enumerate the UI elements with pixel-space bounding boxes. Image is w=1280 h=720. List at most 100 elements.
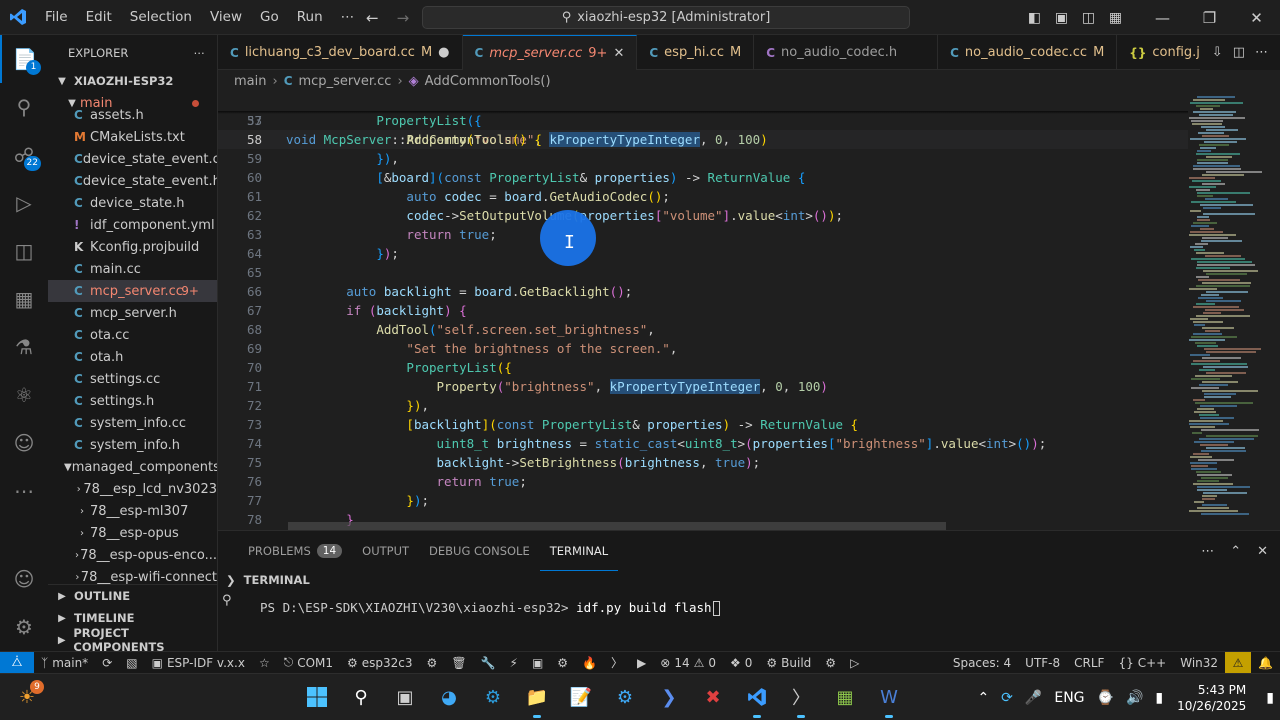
explorer-icon[interactable]: 📄 1: [0, 35, 48, 83]
vscode-taskbar-icon[interactable]: [742, 682, 772, 718]
manage-gear-icon[interactable]: ⚙: [0, 603, 48, 651]
file-explorer-icon[interactable]: 📁: [522, 682, 552, 718]
file-item[interactable]: Cota.h: [48, 346, 217, 368]
menu-run[interactable]: Run: [288, 0, 332, 35]
file-item[interactable]: M CMakeLists.txt: [48, 126, 217, 148]
terminal-section-header[interactable]: ❯ TERMINAL: [218, 571, 1280, 589]
encoding-status[interactable]: UTF-8: [1018, 656, 1067, 670]
file-item[interactable]: Csettings.h: [48, 390, 217, 412]
tab-debug-console[interactable]: DEBUG CONSOLE: [419, 531, 540, 571]
code-line[interactable]: 60 [&board](const PropertyList& properti…: [218, 168, 1188, 187]
taskbar-search-icon[interactable]: ⚲: [346, 682, 376, 712]
terminal-app-icon[interactable]: 〉: [786, 682, 816, 718]
code-line[interactable]: 74 uint8_t brightness = static_cast<uint…: [218, 434, 1188, 453]
file-item[interactable]: Cmain.cc: [48, 258, 217, 280]
target-status[interactable]: ⚙ esp32c3: [340, 656, 420, 670]
notes-icon[interactable]: 📝: [566, 682, 596, 712]
esp-idf-icon[interactable]: ⚛: [0, 371, 48, 419]
minimize-icon[interactable]: —: [1139, 9, 1186, 27]
eol-status[interactable]: CRLF: [1067, 656, 1111, 670]
code-line[interactable]: 63 return true;: [218, 225, 1188, 244]
file-item[interactable]: K Kconfig.projbuild: [48, 236, 217, 258]
settings-app-icon[interactable]: ⚙: [610, 682, 640, 712]
run-debug-icon[interactable]: ▷: [0, 179, 48, 227]
account-icon[interactable]: ☺: [0, 555, 48, 603]
menu-go[interactable]: Go: [251, 0, 288, 35]
testing-icon[interactable]: ⚗: [0, 323, 48, 371]
remote-explorer-icon[interactable]: ◫: [0, 227, 48, 275]
tray-chevron-up-icon[interactable]: ⌃: [971, 690, 995, 706]
settings-icon[interactable]: ⚙: [818, 656, 843, 670]
code-line[interactable]: 73 [backlight](const PropertyList& prope…: [218, 415, 1188, 434]
wrench-icon[interactable]: 🔧: [474, 656, 503, 670]
code-line[interactable]: 65: [218, 263, 1188, 282]
fire-icon[interactable]: 🔥: [575, 656, 604, 670]
info-status[interactable]: ❖ 0: [723, 656, 759, 670]
edge-icon[interactable]: ◕: [434, 682, 464, 712]
code-line[interactable]: 61 auto codec = board.GetAudioCodec();: [218, 187, 1188, 206]
build-status[interactable]: ⚙ Build: [759, 656, 818, 670]
workspace-root[interactable]: ▼ XIAOZHI-ESP32: [48, 70, 217, 92]
file-item[interactable]: Csystem_info.h: [48, 434, 217, 456]
search-view-icon[interactable]: ⚲: [0, 83, 48, 131]
menu-view[interactable]: View: [201, 0, 251, 35]
terminal-prompt[interactable]: PS D:\ESP-SDK\XIAOZHI\V230\xiaozhi-esp32…: [260, 600, 720, 616]
language-status[interactable]: {} C++: [1111, 656, 1173, 670]
more-views-icon[interactable]: ⋯: [0, 467, 48, 515]
managed-component-folder[interactable]: › 78__esp_lcd_nv3023: [48, 478, 217, 500]
breadcrumb-symbol[interactable]: AddCommonTools(): [425, 74, 551, 89]
code-editor[interactable]: 33 void McpServer::AddCommonTools() { 57…: [218, 92, 1280, 530]
forward-arrow-icon[interactable]: →: [397, 9, 410, 27]
app-icon[interactable]: ⚙: [478, 682, 508, 712]
tab-no-audio-codec-cc[interactable]: C no_audio_codec.cc M: [938, 35, 1118, 70]
managed-component-folder[interactable]: › 78__esp-opus-enco...: [48, 544, 217, 566]
code-line[interactable]: 70 PropertyList({: [218, 358, 1188, 377]
notifications-bell-icon[interactable]: 🔔: [1251, 656, 1280, 670]
extensions-icon[interactable]: ▦: [0, 275, 48, 323]
tray-sync-icon[interactable]: ⟳: [995, 690, 1019, 706]
word-icon[interactable]: W: [874, 682, 904, 718]
back-arrow-icon[interactable]: ←: [366, 9, 379, 27]
monitor-icon[interactable]: ▣: [525, 656, 550, 670]
project-components-section[interactable]: ▶ PROJECT COMPONENTS: [48, 626, 217, 651]
run-icon[interactable]: ▷: [843, 656, 866, 670]
file-item[interactable]: Cassets.h: [48, 104, 217, 126]
battery-icon[interactable]: ▮: [1149, 690, 1169, 706]
file-item[interactable]: Cdevice_state_event.h: [48, 170, 217, 192]
managed-component-folder[interactable]: › 78__esp-opus: [48, 522, 217, 544]
menuconfig-gear-icon[interactable]: ⚙: [420, 656, 445, 670]
file-item[interactable]: Cmcp_server.h: [48, 302, 217, 324]
file-item[interactable]: Cdevice_state.h: [48, 192, 217, 214]
wifi-icon[interactable]: ⌚: [1091, 690, 1120, 706]
terminal-icon[interactable]: 〉: [604, 654, 630, 671]
platform-status[interactable]: Win32: [1173, 656, 1225, 670]
tab-output[interactable]: OUTPUT: [352, 531, 419, 571]
microphone-icon[interactable]: 🎤: [1019, 690, 1048, 706]
trash-icon[interactable]: 🗑: [444, 656, 473, 670]
branch-status[interactable]: ᛉ main*: [34, 656, 95, 670]
code-line[interactable]: 68 AddTool("self.screen.set_brightness",: [218, 320, 1188, 339]
restore-icon[interactable]: ❐: [1186, 9, 1233, 27]
code-line[interactable]: 59 }),: [218, 149, 1188, 168]
breadcrumb-file[interactable]: mcp_server.cc: [299, 74, 392, 89]
tab-mcp-server[interactable]: C mcp_server.cc 9+ ✕: [462, 35, 638, 70]
remote-icon[interactable]: ⧊: [0, 651, 34, 674]
code-line[interactable]: 76 return true;: [218, 472, 1188, 491]
menu-edit[interactable]: Edit: [77, 0, 121, 35]
problems-status[interactable]: ⊗ 14 ⚠ 0: [653, 656, 723, 670]
menu-more[interactable]: ⋯: [332, 0, 364, 35]
excel-like-icon[interactable]: ▦: [830, 682, 860, 712]
minimap[interactable]: [1185, 92, 1275, 530]
code-line[interactable]: 77 });: [218, 491, 1188, 510]
tab-no-audio-codec-h[interactable]: C no_audio_codec.h: [754, 35, 939, 70]
file-item[interactable]: Csystem_info.cc: [48, 412, 217, 434]
xmind-icon[interactable]: ✖: [698, 682, 728, 712]
open-changes-icon[interactable]: ⇩: [1212, 45, 1223, 60]
debug-icon[interactable]: ▶: [630, 656, 653, 670]
build-flash-monitor-icon[interactable]: ⚙: [550, 656, 575, 670]
sticky-scroll-line[interactable]: 33 void McpServer::AddCommonTools() {: [218, 92, 1188, 147]
toggle-panel-icon[interactable]: ▣: [1048, 10, 1075, 26]
volume-icon[interactable]: 🔊: [1120, 690, 1149, 706]
dirty-dot-icon[interactable]: ●: [438, 45, 449, 60]
toggle-sidebar-icon[interactable]: ◧: [1021, 10, 1048, 26]
